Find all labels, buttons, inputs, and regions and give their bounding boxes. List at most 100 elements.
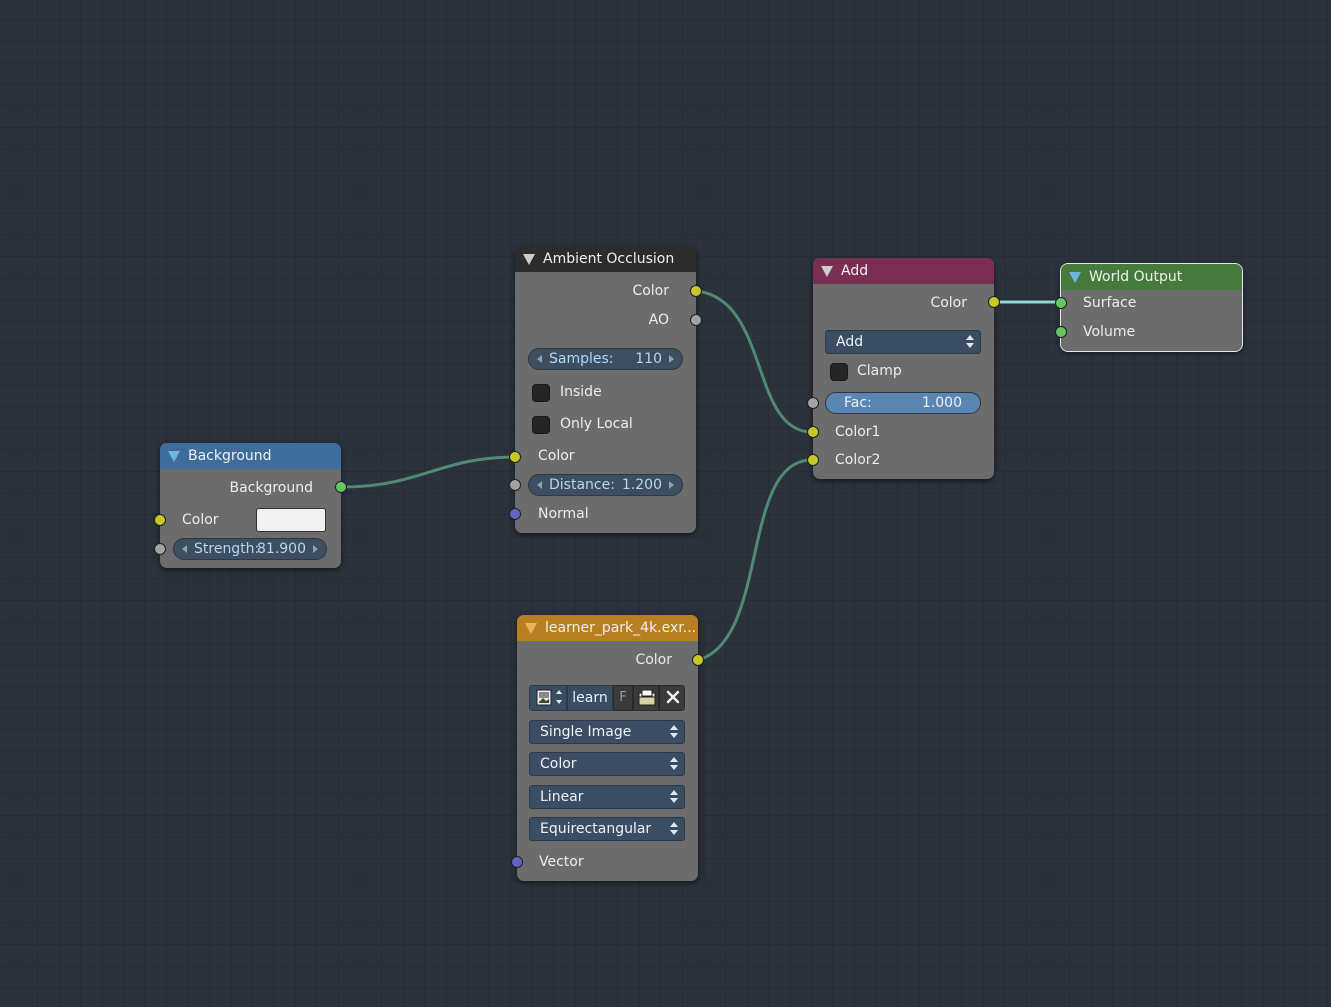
mapping-value: Equirectangular — [540, 821, 652, 837]
samples-field[interactable]: Samples: 110 — [528, 348, 683, 370]
output-volume-socket[interactable] — [1055, 326, 1067, 338]
environment-texture-node-title: learner_park_4k.exr... — [545, 620, 697, 636]
add-color2-label: Color2 — [835, 452, 881, 468]
environment-texture-node[interactable]: learner_park_4k.exr... Color learn F Sin… — [511, 615, 704, 881]
projection-value: Single Image — [540, 724, 632, 740]
background-node[interactable]: Background Background Color Strength: 81… — [154, 443, 347, 568]
strength-field[interactable]: Strength: 81.900 — [173, 538, 327, 560]
texture-out-color-label: Color — [635, 652, 672, 668]
image-icon — [536, 689, 562, 706]
decrement-arrow-icon[interactable] — [182, 545, 187, 553]
updown-arrows-icon — [670, 821, 678, 837]
ao-out-ao-socket[interactable] — [690, 314, 702, 326]
add-out-color-socket[interactable] — [988, 296, 1000, 308]
ao-in-color-socket[interactable] — [509, 451, 521, 463]
image-name-value: learn — [572, 690, 608, 706]
collapse-triangle-icon[interactable] — [821, 266, 833, 277]
texture-out-color-socket[interactable] — [692, 654, 704, 666]
decrement-arrow-icon[interactable] — [537, 481, 542, 489]
mapping-dropdown[interactable]: Equirectangular — [529, 817, 685, 841]
fac-label: Fac: — [844, 395, 872, 411]
interpolation-value: Linear — [540, 789, 584, 805]
only-local-checkbox[interactable] — [532, 416, 550, 434]
collapse-triangle-icon[interactable] — [525, 623, 537, 634]
world-output-node-title: World Output — [1089, 269, 1183, 285]
distance-value: 1.200 — [621, 477, 662, 493]
background-color-socket[interactable] — [154, 514, 166, 526]
folder-open-icon — [638, 689, 656, 706]
increment-arrow-icon[interactable] — [669, 355, 674, 363]
samples-label: Samples: — [549, 351, 614, 367]
close-icon — [666, 690, 680, 704]
add-color1-socket[interactable] — [807, 426, 819, 438]
distance-field[interactable]: Distance: 1.200 — [528, 474, 683, 496]
image-selector[interactable]: learn F — [529, 685, 685, 711]
ao-in-color-label: Color — [538, 448, 575, 464]
ambient-occlusion-node-header[interactable]: Ambient Occlusion — [515, 246, 696, 272]
collapse-triangle-icon[interactable] — [168, 451, 180, 462]
projection-dropdown[interactable]: Single Image — [529, 720, 685, 744]
add-fac-socket[interactable] — [807, 397, 819, 409]
increment-arrow-icon[interactable] — [313, 545, 318, 553]
background-strength-socket[interactable] — [154, 543, 166, 555]
add-node-header[interactable]: Add — [813, 258, 994, 284]
texture-vector-socket[interactable] — [511, 856, 523, 868]
ao-out-color-socket[interactable] — [690, 285, 702, 297]
output-volume-label: Volume — [1083, 324, 1136, 340]
background-node-header[interactable]: Background — [160, 443, 341, 469]
strength-value: 81.900 — [257, 541, 306, 557]
background-output-label: Background — [229, 480, 313, 496]
world-output-node[interactable]: World Output Surface Volume — [1055, 263, 1243, 352]
add-out-color-label: Color — [930, 295, 967, 311]
ambient-occlusion-node-title: Ambient Occlusion — [543, 251, 675, 267]
add-color1-label: Color1 — [835, 424, 881, 440]
blend-type-dropdown[interactable]: Add — [825, 330, 981, 354]
ao-out-color-label: Color — [632, 283, 669, 299]
unlink-image-button[interactable] — [659, 685, 685, 711]
open-file-button[interactable] — [633, 685, 659, 711]
only-local-label: Only Local — [560, 416, 633, 432]
link-ao-color-to-add-color1[interactable] — [695, 289, 814, 434]
blend-type-value: Add — [836, 334, 864, 350]
ambient-occlusion-node[interactable]: Ambient Occlusion Color AO Samples: 110 … — [509, 246, 702, 533]
link-image-color-to-add-color2[interactable] — [696, 458, 814, 662]
image-browse-button[interactable] — [529, 685, 567, 711]
ao-normal-socket[interactable] — [509, 508, 521, 520]
texture-vector-label: Vector — [539, 854, 584, 870]
output-surface-socket[interactable] — [1055, 297, 1067, 309]
environment-texture-node-header[interactable]: learner_park_4k.exr... — [517, 615, 698, 641]
ao-distance-socket[interactable] — [509, 479, 521, 491]
samples-value: 110 — [635, 351, 662, 367]
updown-arrows-icon — [670, 756, 678, 772]
inside-checkbox[interactable] — [532, 384, 550, 402]
add-node[interactable]: Add Color Add Clamp Fac: 1.000 Color1 Co… — [807, 258, 1000, 479]
collapse-triangle-icon[interactable] — [1069, 272, 1081, 283]
clamp-label: Clamp — [857, 363, 902, 379]
add-node-title: Add — [841, 263, 869, 279]
updown-arrows-icon — [966, 334, 974, 350]
ao-out-ao-label: AO — [648, 312, 669, 328]
image-name-field[interactable]: learn — [567, 685, 613, 711]
decrement-arrow-icon[interactable] — [537, 355, 542, 363]
fake-user-label: F — [619, 690, 627, 705]
clamp-checkbox[interactable] — [830, 363, 848, 381]
background-output-socket[interactable] — [335, 481, 347, 493]
increment-arrow-icon[interactable] — [669, 481, 674, 489]
link-background-to-ao-color[interactable] — [340, 455, 517, 489]
color-space-value: Color — [540, 756, 577, 772]
ao-normal-label: Normal — [538, 506, 589, 522]
output-surface-label: Surface — [1083, 295, 1137, 311]
background-color-swatch[interactable] — [256, 508, 326, 532]
color-space-dropdown[interactable]: Color — [529, 752, 685, 776]
collapse-triangle-icon[interactable] — [523, 254, 535, 265]
background-node-title: Background — [188, 448, 272, 464]
world-output-node-header[interactable]: World Output — [1061, 264, 1242, 290]
updown-arrows-icon — [670, 724, 678, 740]
interpolation-dropdown[interactable]: Linear — [529, 785, 685, 809]
fake-user-button[interactable]: F — [613, 685, 633, 711]
add-color2-socket[interactable] — [807, 454, 819, 466]
background-color-label: Color — [182, 512, 219, 528]
updown-arrows-icon — [670, 789, 678, 805]
fac-slider[interactable]: Fac: 1.000 — [825, 392, 981, 414]
inside-label: Inside — [560, 384, 602, 400]
